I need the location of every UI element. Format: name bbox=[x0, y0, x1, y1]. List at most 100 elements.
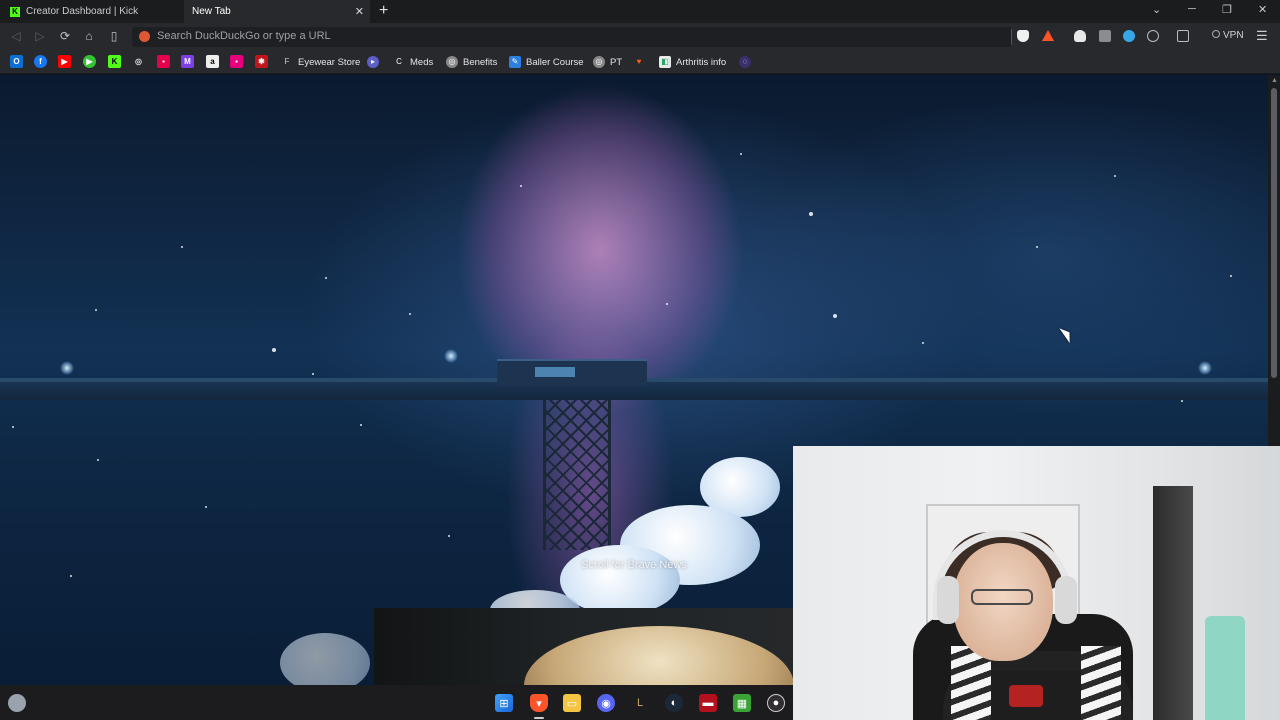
person-hair bbox=[524, 626, 793, 685]
bookmark-favicon: C bbox=[396, 57, 402, 66]
tab-title: New Tab bbox=[192, 6, 231, 17]
bookmark-pt[interactable]: ◎ PT bbox=[593, 55, 622, 69]
bookmark-meds[interactable]: C Meds bbox=[393, 55, 433, 69]
tab-creator-dashboard[interactable]: K Creator Dashboard | Kick bbox=[0, 0, 184, 23]
headset-cup bbox=[1055, 576, 1077, 624]
bookmark-site-icon[interactable]: ▸ bbox=[367, 55, 384, 69]
kick-icon[interactable]: K bbox=[108, 55, 121, 68]
puzzle-extensions-icon[interactable] bbox=[1147, 30, 1159, 42]
discord-icon[interactable]: ◉ bbox=[597, 694, 615, 712]
vpn-button[interactable]: VPN bbox=[1212, 30, 1244, 41]
lamp-light bbox=[444, 349, 458, 363]
star bbox=[95, 309, 97, 311]
active-indicator bbox=[534, 717, 544, 719]
reload-icon[interactable]: ⟳ bbox=[57, 28, 73, 44]
bookmark-baller-course[interactable]: ✎ Baller Course bbox=[509, 55, 584, 69]
bookmark-site-icon[interactable]: ✱ bbox=[255, 55, 268, 68]
maximize-button[interactable]: ❐ bbox=[1222, 3, 1232, 16]
scroll-for-brave-news[interactable]: Scroll for Brave News bbox=[545, 559, 723, 571]
tab-new-tab[interactable]: New Tab ✕ bbox=[184, 0, 370, 23]
webcam-overlay bbox=[793, 446, 1280, 720]
bookmark-favicon: ♥ bbox=[636, 57, 642, 66]
station-building bbox=[497, 359, 647, 386]
tab-title: Creator Dashboard | Kick bbox=[26, 6, 139, 17]
lamp-light bbox=[60, 361, 74, 375]
video-overlay bbox=[374, 608, 793, 685]
star bbox=[740, 153, 742, 155]
new-tab-button[interactable]: + bbox=[379, 2, 388, 20]
globe-icon: ◎ bbox=[593, 56, 605, 68]
address-bar[interactable]: Search DuckDuckGo or type a URL bbox=[132, 27, 1012, 47]
minecraft-icon[interactable]: ▦ bbox=[733, 694, 751, 712]
star bbox=[181, 246, 183, 248]
facebook-icon[interactable]: f bbox=[34, 55, 47, 68]
back-icon[interactable]: ◁ bbox=[8, 28, 24, 44]
lamp-light bbox=[1198, 361, 1212, 375]
star bbox=[360, 424, 362, 426]
bookmark-site-icon[interactable]: ▪ bbox=[230, 55, 243, 68]
amazon-icon[interactable]: a bbox=[206, 55, 219, 68]
star bbox=[272, 348, 276, 352]
star bbox=[205, 506, 207, 508]
address-placeholder: Search DuckDuckGo or type a URL bbox=[157, 30, 331, 42]
bookmark-arthritis-info[interactable]: ◧ Arthritis info bbox=[659, 55, 726, 69]
bookmark-site-icon[interactable]: M bbox=[181, 55, 194, 68]
close-icon[interactable]: ✕ bbox=[355, 5, 364, 18]
close-window-button[interactable]: ✕ bbox=[1258, 3, 1267, 16]
station-light bbox=[535, 367, 575, 377]
bookmark-favicon: ✎ bbox=[509, 56, 521, 68]
star bbox=[922, 342, 924, 344]
extension-icon[interactable] bbox=[1099, 30, 1111, 42]
bookmark-site-icon[interactable]: ♥ bbox=[633, 55, 650, 69]
star bbox=[833, 314, 837, 318]
file-explorer-icon[interactable]: ▭ bbox=[563, 694, 581, 712]
duckduckgo-icon bbox=[139, 31, 150, 42]
star bbox=[312, 373, 314, 375]
outlook-icon[interactable]: O bbox=[10, 55, 23, 68]
minimize-button[interactable]: ─ bbox=[1188, 3, 1196, 15]
wallet-icon[interactable] bbox=[1177, 30, 1189, 42]
extension-icon[interactable] bbox=[1074, 30, 1086, 42]
bookmark-site-icon[interactable]: ▪ bbox=[157, 55, 170, 68]
menu-icon[interactable]: ☰ bbox=[1256, 28, 1268, 44]
brave-icon[interactable]: ▾ bbox=[530, 694, 548, 712]
tab-search-icon[interactable]: ⌄ bbox=[1152, 3, 1161, 16]
forward-icon[interactable]: ▷ bbox=[32, 28, 48, 44]
star bbox=[809, 212, 813, 216]
bookmark-site-icon[interactable]: ◌ bbox=[739, 55, 756, 69]
brave-rewards-icon[interactable] bbox=[1042, 30, 1054, 41]
windows-start-icon[interactable]: ⊞ bbox=[495, 694, 513, 712]
bookmark-favicon: F bbox=[284, 57, 290, 66]
person-scarf bbox=[1081, 646, 1121, 720]
kick-icon: K bbox=[10, 6, 20, 17]
weather-icon[interactable] bbox=[8, 694, 26, 712]
star bbox=[97, 459, 99, 461]
webcam-stand bbox=[1153, 486, 1193, 720]
tab-strip: K Creator Dashboard | Kick New Tab ✕ + ⌄… bbox=[0, 0, 1280, 23]
chevron-down-icon[interactable]: ⌄ bbox=[627, 575, 635, 586]
bookmark-icon[interactable]: ▯ bbox=[106, 28, 122, 44]
bookmark-site-icon[interactable]: ◎ bbox=[132, 55, 145, 68]
game-launcher-icon[interactable]: ▬ bbox=[699, 694, 717, 712]
scroll-up-icon[interactable]: ▲ bbox=[1271, 77, 1278, 84]
star bbox=[70, 575, 72, 577]
star bbox=[325, 277, 327, 279]
home-icon[interactable]: ⌂ bbox=[81, 28, 97, 44]
bookmark-eyewear-store[interactable]: F Eyewear Store bbox=[281, 55, 361, 69]
webcam-fan bbox=[1205, 616, 1245, 720]
brave-shields-icon[interactable] bbox=[1017, 30, 1029, 42]
youtube-icon[interactable]: ▶ bbox=[58, 55, 71, 68]
steam-icon[interactable]: ◐ bbox=[665, 694, 683, 712]
star bbox=[1036, 246, 1038, 248]
headset-cup bbox=[937, 576, 959, 624]
star bbox=[12, 426, 14, 428]
star bbox=[409, 313, 411, 315]
bookmark-favicon: ◧ bbox=[659, 56, 671, 68]
scrollbar-thumb[interactable] bbox=[1271, 88, 1277, 378]
bookmark-benefits[interactable]: ◎ Benefits bbox=[446, 55, 497, 69]
star bbox=[1230, 275, 1232, 277]
rumble-icon[interactable]: ▶ bbox=[83, 55, 96, 68]
obs-icon[interactable]: ● bbox=[767, 694, 785, 712]
league-icon[interactable]: L bbox=[631, 694, 649, 712]
extension-icon[interactable] bbox=[1123, 30, 1135, 42]
